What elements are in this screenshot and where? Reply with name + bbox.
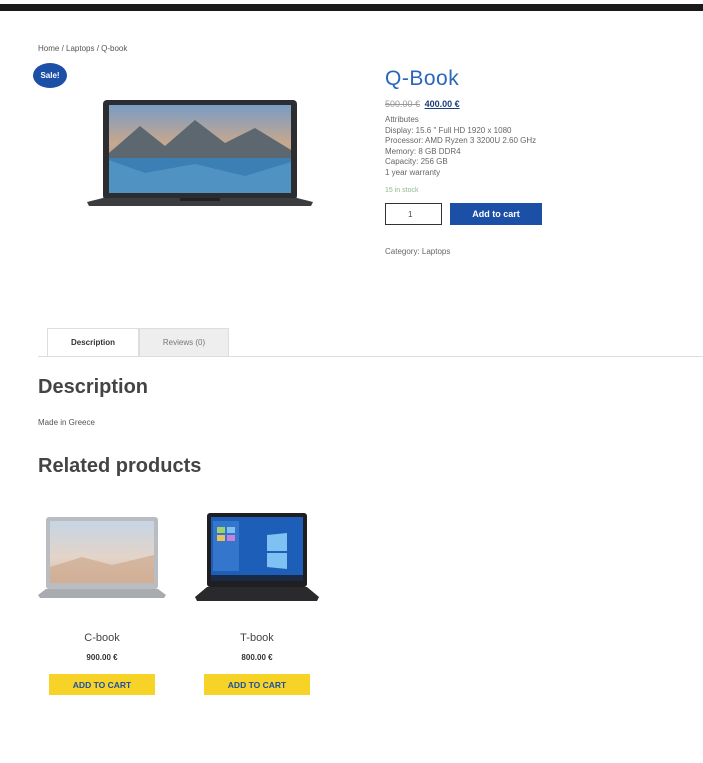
related-product-card: T-book 800.00 € ADD TO CART [187, 505, 327, 695]
tab-reviews[interactable]: Reviews (0) [139, 328, 229, 356]
quantity-input[interactable]: 1 [385, 203, 442, 225]
product-title: Q-Book [385, 67, 460, 90]
add-to-cart-form: 1 Add to cart [385, 203, 685, 225]
related-product-name[interactable]: T-book [187, 632, 327, 644]
laptop-image-icon [38, 517, 166, 598]
attribute-line: Attributes [385, 115, 419, 124]
attribute-line: Memory: 8 GB DDR4 [385, 146, 461, 156]
product-category[interactable]: Category: Laptops [385, 247, 685, 256]
tabs-divider [38, 356, 703, 357]
old-price: 500.00 € [385, 99, 421, 109]
attribute-line: Capacity: 256 GB [385, 157, 448, 166]
related-product-price: 900.00 € [86, 653, 118, 662]
related-products-heading: Related products [38, 455, 202, 477]
add-to-cart-button[interactable]: ADD TO CART [204, 674, 310, 695]
sale-price: 400.00 € [424, 99, 460, 109]
tab-description[interactable]: Description [47, 328, 139, 356]
product-tabs: Description Reviews (0) [47, 328, 229, 356]
laptop-image-icon [87, 100, 313, 206]
product-price: 500.00 € 400.00 € [385, 98, 685, 110]
sale-badge: Sale! [33, 63, 67, 88]
product-image[interactable] [85, 98, 315, 214]
add-to-cart-button[interactable]: Add to cart [450, 203, 542, 225]
description-text: Made in Greece [38, 418, 95, 427]
attribute-line: 1 year warranty [385, 167, 441, 177]
product-attributes: Attributes Display: 15.6 " Full HD 1920 … [385, 115, 685, 178]
add-to-cart-button[interactable]: ADD TO CART [49, 674, 155, 695]
laptop-image-icon [195, 513, 319, 601]
attribute-line: Processor: AMD Ryzen 3 3200U 2.60 GHz [385, 136, 537, 145]
related-product-name[interactable]: C-book [32, 632, 172, 644]
related-product-image[interactable] [32, 505, 172, 605]
description-heading: Description [38, 376, 149, 398]
related-product-card: C-book 900.00 € ADD TO CART [32, 505, 172, 695]
related-product-image[interactable] [187, 505, 327, 605]
attribute-line: Display: 15.6 " Full HD 1920 x 1080 [385, 125, 512, 135]
related-product-price: 800.00 € [241, 653, 273, 662]
product-summary: Q-Book 500.00 € 400.00 € Attributes Disp… [385, 67, 685, 256]
breadcrumb[interactable]: Home / Laptops / Q-book [38, 44, 127, 53]
top-bar [0, 4, 703, 11]
stock-status: 15 in stock [385, 187, 419, 194]
